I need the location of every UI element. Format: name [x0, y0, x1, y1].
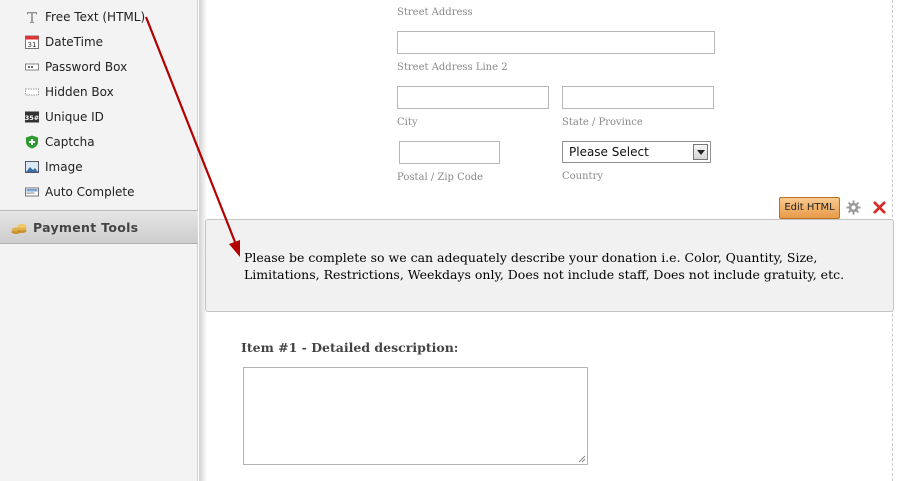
auto-complete-icon: [25, 187, 39, 196]
country-select[interactable]: Please Select: [562, 141, 711, 163]
gear-icon[interactable]: [846, 200, 861, 215]
close-icon[interactable]: [872, 200, 887, 215]
country-select-value: Please Select: [569, 145, 649, 159]
unique-id-glyph: 35#: [25, 114, 39, 122]
item-1-description-label: Item #1 - Detailed description:: [241, 340, 459, 355]
tool-label: Password Box: [45, 59, 128, 74]
city-input[interactable]: [397, 86, 549, 109]
section-label: Payment Tools: [33, 220, 139, 235]
street-address-line2-label: Street Address Line 2: [397, 62, 508, 73]
tool-label: Captcha: [45, 134, 95, 149]
coins-icon: [11, 224, 27, 234]
free-text-html-block[interactable]: Please be complete so we can adequately …: [205, 219, 894, 312]
city-label: City: [397, 117, 418, 128]
tool-password-box[interactable]: Password Box: [0, 54, 198, 79]
tool-label: Unique ID: [45, 109, 104, 124]
street-address-line2-input[interactable]: [397, 31, 715, 54]
calendar-icon: 31: [25, 35, 39, 49]
free-text-content: Please be complete so we can adequately …: [244, 250, 845, 282]
item-1-description-textarea[interactable]: [243, 367, 588, 465]
tool-captcha[interactable]: Captcha: [0, 129, 198, 154]
calendar-day: 31: [28, 41, 37, 49]
tool-label: Image: [45, 159, 83, 174]
state-label: State / Province: [562, 117, 643, 128]
unique-id-icon: 35#: [25, 111, 39, 122]
hidden-box-icon: [25, 88, 39, 95]
tool-label: Free Text (HTML): [45, 9, 146, 24]
street-address-label: Street Address: [397, 7, 473, 18]
tool-unique-id[interactable]: 35# Unique ID: [0, 104, 198, 129]
image-icon: [25, 160, 39, 173]
tool-hidden-box[interactable]: Hidden Box: [0, 79, 198, 104]
shield-plus-icon: [26, 135, 38, 148]
postal-code-label: Postal / Zip Code: [397, 172, 484, 183]
resize-grip-icon[interactable]: [577, 454, 586, 463]
tool-free-text-html[interactable]: Free Text (HTML): [0, 4, 198, 29]
tool-image[interactable]: Image: [0, 154, 198, 179]
section-payment-tools[interactable]: Payment Tools: [0, 210, 198, 244]
form-tools-sidebar: Free Text (HTML) 31 DateTime Password Bo…: [0, 0, 198, 481]
country-label: Country: [562, 171, 604, 182]
tool-datetime[interactable]: 31 DateTime: [0, 29, 198, 54]
password-icon: [25, 63, 39, 70]
chevron-down-icon[interactable]: [693, 144, 708, 160]
tool-label: Hidden Box: [45, 84, 114, 99]
text-t-icon: [27, 11, 37, 23]
postal-code-input[interactable]: [399, 141, 500, 164]
tool-label: Auto Complete: [45, 184, 135, 199]
tool-label: DateTime: [45, 34, 104, 49]
tool-auto-complete[interactable]: Auto Complete: [0, 179, 198, 204]
state-input[interactable]: [562, 86, 714, 109]
edit-html-button[interactable]: Edit HTML: [779, 197, 840, 219]
